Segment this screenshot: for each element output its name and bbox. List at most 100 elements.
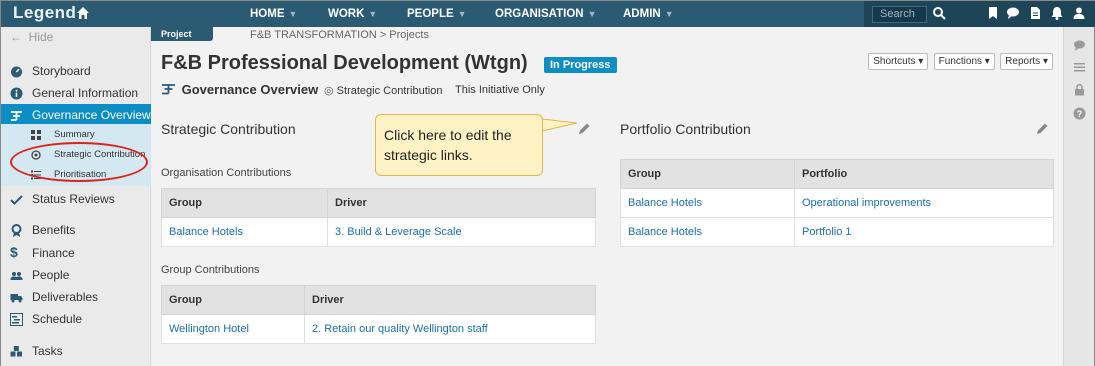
shortcuts-button[interactable]: Shortcuts ▾ [868, 53, 929, 70]
column-header: Group [161, 285, 305, 315]
caret-down-icon: ▾ [984, 56, 990, 67]
top-tools: Search [864, 1, 1095, 27]
page-title: F&B Professional Development (Wtgn) [161, 52, 528, 74]
group-link[interactable]: Balance Hotels [620, 188, 795, 218]
sidebar-item-deliverables[interactable]: Deliverables [1, 286, 151, 308]
home-icon[interactable] [76, 6, 90, 20]
schedule-icon [10, 313, 23, 326]
sidebar-item-status-reviews[interactable]: Status Reviews [1, 188, 151, 210]
callout-tooltip: Click here to edit the strategic links. [375, 114, 543, 176]
group-link[interactable]: Wellington Hotel [161, 314, 305, 344]
sidebar-item-schedule[interactable]: Schedule [1, 308, 151, 330]
bookmark-icon[interactable] [986, 6, 1000, 20]
breadcrumb[interactable]: F&B TRANSFORMATION > Projects [250, 29, 429, 41]
view-selector[interactable]: ◎ Strategic Contribution [324, 84, 442, 97]
list-icon[interactable] [1073, 61, 1086, 74]
table-row: Balance Hotels Operational improvements [620, 188, 1054, 218]
dashboard-icon [11, 66, 22, 78]
group-link[interactable]: Balance Hotels [161, 217, 328, 247]
comment-icon[interactable] [1073, 39, 1086, 52]
info-icon [10, 87, 23, 100]
sidebar-item-people[interactable]: People [1, 264, 151, 286]
top-navbar: Legend HOME ▼ WORK ▼ PEOPLE ▼ ORGANISATION ▼… [1, 1, 1095, 27]
reports-button[interactable]: Reports ▾ [1000, 53, 1053, 70]
column-header: Driver [304, 285, 596, 315]
table-row: Balance Hotels Portfolio 1 [620, 217, 1054, 247]
group-contributions-table: Group Driver Wellington Hotel 2. Retain … [161, 285, 596, 344]
check-icon [10, 195, 23, 205]
chevron-down-icon: ▼ [288, 9, 298, 19]
lock-icon[interactable] [1073, 83, 1086, 96]
portfolio-contribution-heading: Portfolio Contribution [620, 121, 751, 137]
table-header-row: Group Portfolio [620, 159, 1054, 189]
sidebar-item-general-information[interactable]: General Information [1, 82, 151, 104]
dollar-icon: $ [10, 244, 18, 260]
nav-work[interactable]: WORK ▼ [328, 1, 377, 27]
callout-pointer [541, 118, 578, 132]
nav-organisation[interactable]: ORGANISATION ▼ [495, 1, 597, 27]
chevron-down-icon: ▼ [664, 9, 674, 19]
svg-text:?: ? [1077, 109, 1083, 119]
sidebar-item-finance[interactable]: $ Finance [1, 242, 151, 264]
sidebar-item-governance-overview[interactable]: Governance Overview [1, 104, 151, 126]
table-row: Wellington Hotel 2. Retain our quality W… [161, 314, 596, 344]
chevron-down-icon: ▼ [587, 9, 597, 19]
column-header: Portfolio [794, 159, 1054, 189]
target-icon: ◎ [324, 85, 334, 97]
main-content: Project F&B TRANSFORMATION > Projects F&… [151, 27, 1065, 366]
app-logo[interactable]: Legend [13, 3, 76, 23]
sidebar: ← Hide Storyboard General Information Go… [1, 27, 151, 366]
governance-icon [11, 111, 22, 121]
column-header: Driver [327, 188, 596, 218]
search-icon[interactable] [932, 6, 946, 20]
nav-admin[interactable]: ADMIN ▼ [623, 1, 674, 27]
functions-button[interactable]: Functions ▾ [933, 53, 995, 70]
truck-icon [10, 294, 23, 303]
portfolio-contribution-table: Group Portfolio Balance Hotels Operation… [620, 159, 1054, 247]
right-rail: ? [1063, 27, 1094, 366]
scope-filter[interactable]: This Initiative Only [455, 84, 545, 96]
chevron-down-icon: ▼ [457, 9, 467, 19]
sidebar-item-tasks[interactable]: Tasks [1, 340, 151, 362]
group-link[interactable]: Balance Hotels [620, 217, 795, 247]
table-row: Balance Hotels 3. Build & Leverage Scale [161, 217, 596, 247]
status-badge: In Progress [544, 57, 617, 73]
chevron-down-icon: ▼ [368, 9, 378, 19]
sidebar-item-benefits[interactable]: Benefits [1, 219, 151, 241]
hide-sidebar-button[interactable]: ← Hide [10, 30, 53, 44]
driver-link[interactable]: 3. Build & Leverage Scale [327, 217, 596, 247]
group-contributions-heading: Group Contributions [161, 264, 260, 276]
column-header: Group [161, 188, 328, 218]
search-input[interactable]: Search [872, 6, 927, 23]
table-header-row: Group Driver [161, 285, 596, 315]
bell-icon[interactable] [1050, 6, 1064, 20]
table-header-row: Group Driver [161, 188, 596, 218]
cubes-icon [10, 346, 22, 357]
caret-down-icon: ▾ [918, 56, 924, 67]
edit-portfolio-pencil-icon[interactable] [1036, 122, 1049, 135]
caret-down-icon: ▾ [1042, 56, 1048, 67]
arrow-left-icon: ← [10, 30, 22, 44]
help-icon[interactable]: ? [1073, 107, 1086, 120]
nav-people[interactable]: PEOPLE ▼ [407, 1, 467, 27]
portfolio-link[interactable]: Operational improvements [794, 188, 1054, 218]
chat-icon[interactable] [1006, 6, 1020, 20]
header-button-group: Shortcuts ▾ Functions ▾ Reports ▾ [866, 53, 1053, 70]
nav-home[interactable]: HOME ▼ [250, 1, 297, 27]
column-header: Group [620, 159, 795, 189]
governance-icon [162, 84, 175, 95]
highlight-ellipse [10, 142, 148, 182]
user-icon[interactable] [1072, 6, 1086, 20]
project-badge: Project [151, 27, 213, 41]
grid-icon [31, 130, 41, 140]
organisation-contributions-heading: Organisation Contributions [161, 167, 292, 179]
strategic-contribution-heading: Strategic Contribution [161, 121, 296, 137]
document-icon[interactable] [1028, 6, 1042, 20]
sidebar-item-storyboard[interactable]: Storyboard [1, 60, 151, 82]
organisation-contributions-table: Group Driver Balance Hotels 3. Build & L… [161, 188, 596, 247]
driver-link[interactable]: 2. Retain our quality Wellington staff [304, 314, 596, 344]
award-icon [11, 224, 22, 237]
section-subtitle: Governance Overview [161, 82, 318, 97]
people-icon [10, 272, 23, 280]
portfolio-link[interactable]: Portfolio 1 [794, 217, 1054, 247]
